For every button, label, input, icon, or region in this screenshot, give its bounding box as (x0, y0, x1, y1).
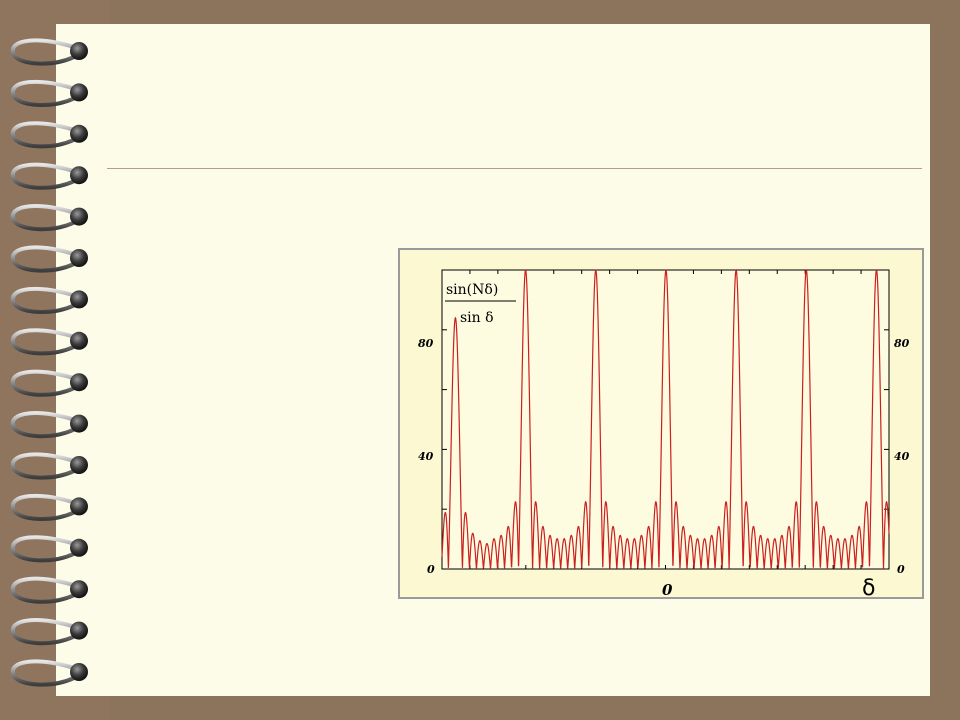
binder-ring (10, 576, 88, 604)
y-tick-left-80: 80 (418, 337, 434, 350)
binder-ring (10, 535, 88, 563)
binder-ring (10, 452, 88, 480)
binder-ring (10, 328, 88, 356)
binder-ring (10, 369, 88, 397)
y-label-numerator: sin(Nδ) (446, 282, 498, 298)
binder-ring (10, 659, 88, 687)
y-tick-right-80: 80 (894, 337, 910, 350)
plot-area (441, 269, 890, 570)
y-tick-right-40: 40 (894, 450, 910, 463)
binder-ring (10, 204, 88, 232)
chart-panel: sin(Nδ) sin δ 80 40 0 80 40 0 0 δ (398, 248, 924, 599)
binder-ring (10, 245, 88, 273)
y-label-denominator: sin δ (460, 310, 494, 326)
title-divider (107, 168, 922, 169)
interference-chart: sin(Nδ) sin δ 80 40 0 80 40 0 0 δ (418, 268, 910, 597)
y-tick-left-40: 40 (418, 450, 434, 463)
binder-ring (10, 411, 88, 439)
x-axis-label: δ (862, 576, 875, 597)
binder-ring (10, 38, 88, 66)
binder-ring (10, 79, 88, 107)
spiral-binding (10, 38, 88, 687)
x-tick-0: 0 (662, 581, 673, 597)
binder-ring (10, 493, 88, 521)
binder-ring (10, 162, 88, 190)
y-tick-left-0: 0 (427, 563, 435, 576)
binder-ring (10, 618, 88, 646)
binder-ring (10, 286, 88, 314)
binder-ring (10, 121, 88, 149)
y-tick-right-0: 0 (897, 563, 905, 576)
